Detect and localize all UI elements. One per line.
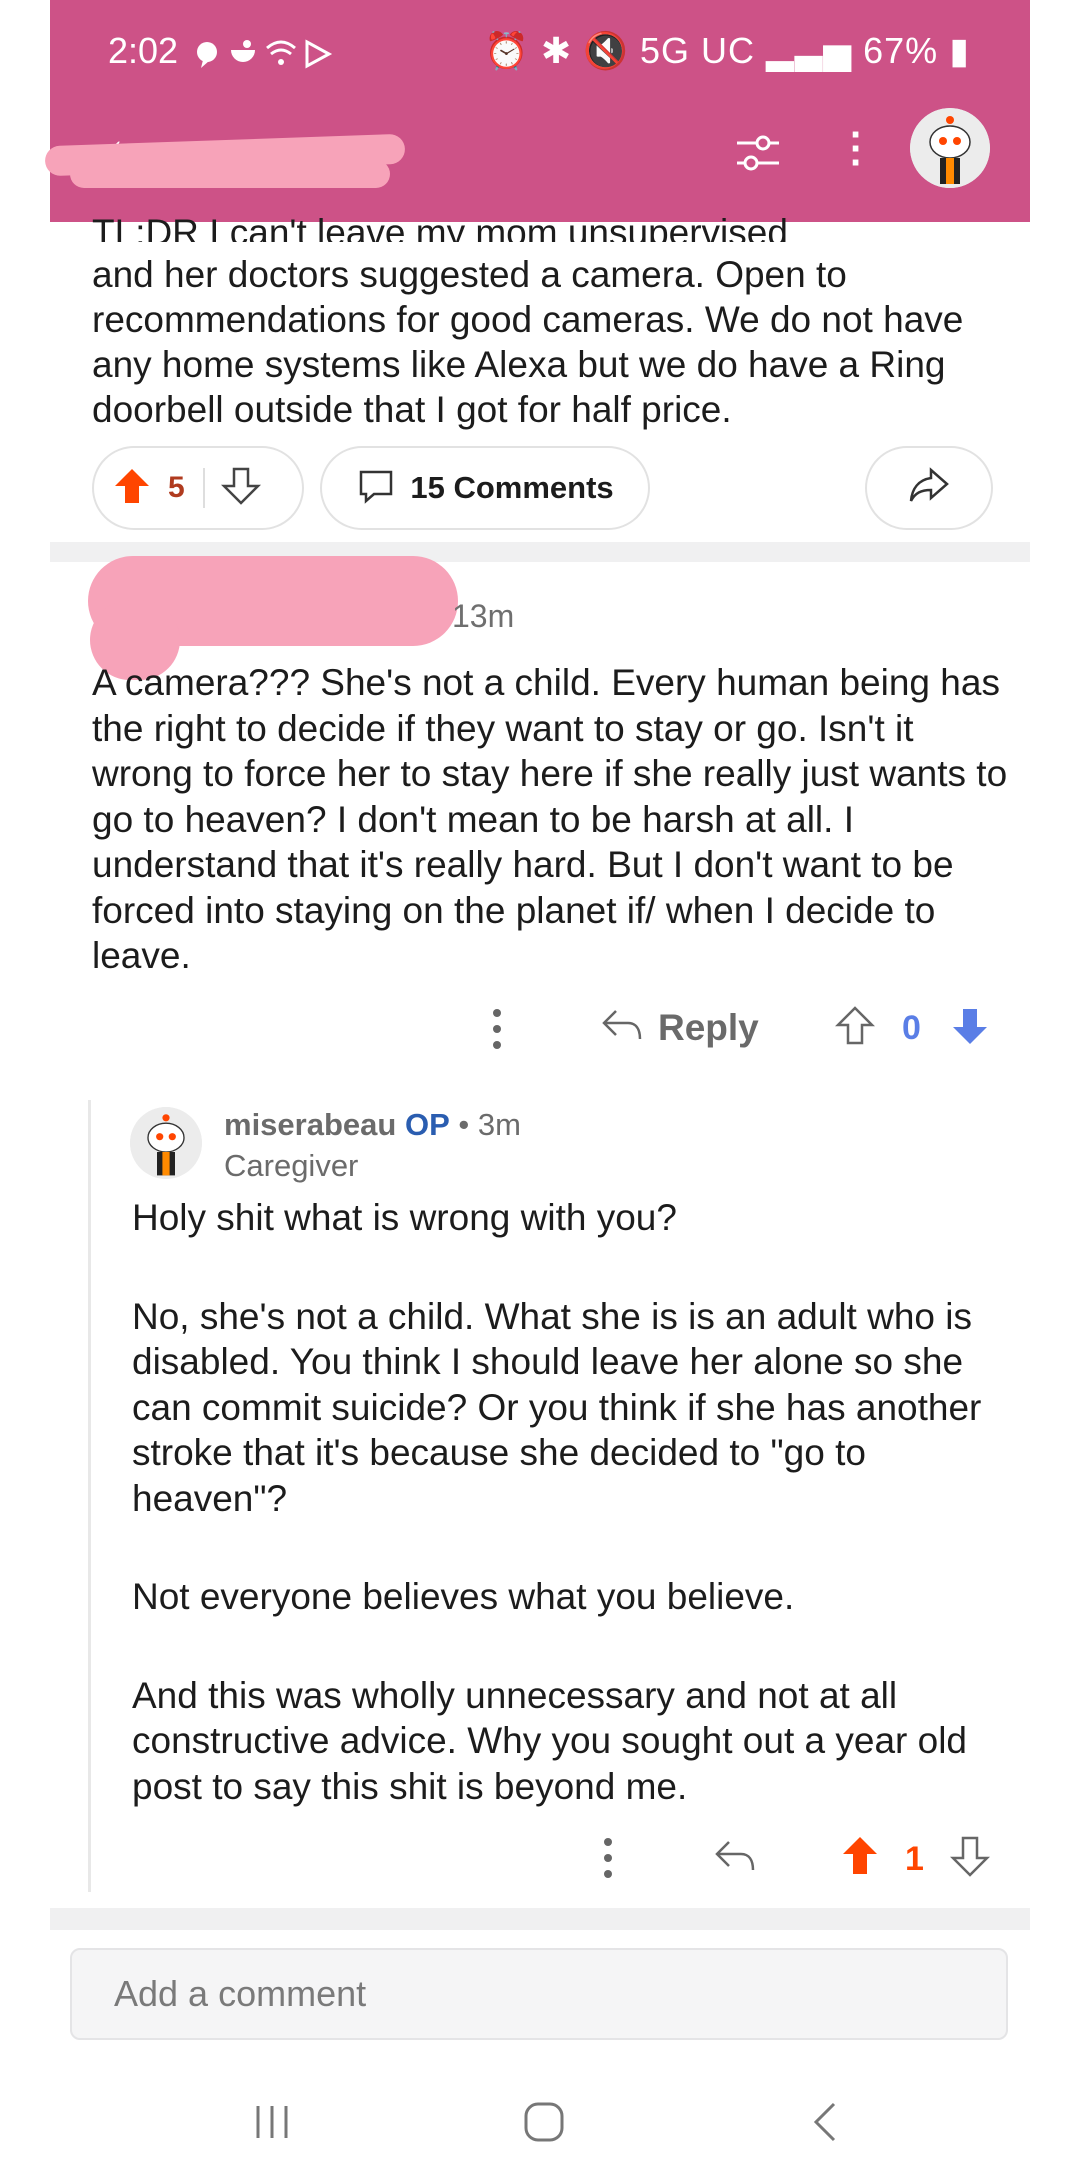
comment-paragraph: Not everyone believes what you believe. — [132, 1576, 795, 1617]
reply-icon[interactable] — [713, 1836, 757, 1876]
filter-icon[interactable] — [733, 128, 783, 178]
user-flair: Caregiver — [224, 1148, 359, 1183]
comment-bubble-icon — [356, 466, 396, 511]
upvote-icon[interactable] — [112, 466, 152, 511]
post-score: 5 — [168, 471, 185, 504]
avatar[interactable] — [130, 1107, 202, 1179]
reply-button[interactable]: Reply — [600, 1005, 759, 1050]
more-vertical-icon[interactable]: · · · — [850, 115, 863, 183]
status-right: ⏰ ✱ 🔇 5G UC ▂▃▅ 67% ▮ — [484, 30, 970, 72]
downvote-icon[interactable] — [950, 1834, 990, 1878]
comment-paragraph: Holy shit what is wrong with you? — [132, 1197, 677, 1238]
share-icon — [907, 466, 951, 511]
upvote-icon[interactable] — [840, 1834, 880, 1878]
comment-paragraph: And this was wholly unnecessary and not … — [132, 1674, 967, 1807]
comment-actions: 1 — [595, 1830, 1015, 1890]
user-avatar[interactable] — [910, 108, 990, 188]
post-body: TL;DR I can't leave my mom unsupervised … — [92, 212, 992, 432]
section-divider — [50, 1908, 1030, 1930]
comment-paragraph: No, she's not a child. What she is is an… — [132, 1295, 982, 1519]
recent-apps-icon[interactable] — [250, 2100, 294, 2149]
downvote-icon[interactable] — [220, 466, 261, 511]
comments-label: 15 Comments — [410, 470, 614, 505]
redaction — [70, 160, 390, 188]
system-nav-bar — [0, 2080, 1080, 2177]
comment-timestamp: 13m — [452, 598, 515, 634]
status-notification-icons — [195, 36, 345, 80]
home-icon[interactable] — [522, 2100, 566, 2149]
comment-timestamp: • 3m — [458, 1107, 521, 1142]
comments-button[interactable]: 15 Comments — [320, 446, 650, 530]
comment-score: 1 — [905, 1840, 924, 1878]
comment-actions: Reply 0 — [470, 1005, 1010, 1065]
add-comment-input[interactable] — [112, 1972, 1006, 2016]
battery-percent: 67% — [863, 30, 939, 71]
app-header: 2:02 ⏰ ✱ 🔇 5G UC ▂▃▅ 67% ▮ ← · · · — [44, 0, 1030, 222]
more-vertical-icon[interactable] — [490, 1007, 504, 1051]
network-label: 5G UC — [639, 30, 756, 71]
status-time: 2:02 — [108, 30, 179, 71]
comment-composer[interactable] — [70, 1948, 1008, 2040]
username[interactable]: miserabeau — [224, 1107, 396, 1142]
comment-text: Holy shit what is wrong with you? No, sh… — [132, 1195, 1012, 1862]
divider — [202, 468, 205, 508]
post-vote-control: 5 — [92, 446, 304, 530]
share-button[interactable] — [865, 446, 993, 530]
bluetooth-icon: ✱ — [540, 30, 573, 71]
alarm-icon: ⏰ — [484, 30, 530, 71]
downvote-icon[interactable] — [950, 1005, 990, 1047]
comment-author-line: miserabeau OP • 3m — [224, 1107, 521, 1143]
op-badge: OP — [404, 1107, 450, 1142]
comment-text: A camera??? She's not a child. Every hum… — [92, 662, 1008, 976]
post-text-clipped: TL;DR I can't leave my mom unsupervised — [92, 212, 788, 242]
battery-icon: ▮ — [949, 30, 970, 71]
thread-line[interactable] — [88, 1100, 91, 1892]
more-vertical-icon[interactable] — [601, 1836, 615, 1880]
comment-score: 0 — [902, 1009, 921, 1047]
reply-label: Reply — [658, 1006, 759, 1048]
signal-icon: ▂▃▅ — [766, 30, 853, 71]
reply-icon — [600, 1005, 644, 1050]
upvote-icon[interactable] — [835, 1005, 875, 1047]
nav-back-icon[interactable] — [804, 2100, 848, 2149]
mute-icon: 🔇 — [583, 30, 629, 71]
post-text: and her doctors suggested a camera. Open… — [92, 254, 964, 430]
